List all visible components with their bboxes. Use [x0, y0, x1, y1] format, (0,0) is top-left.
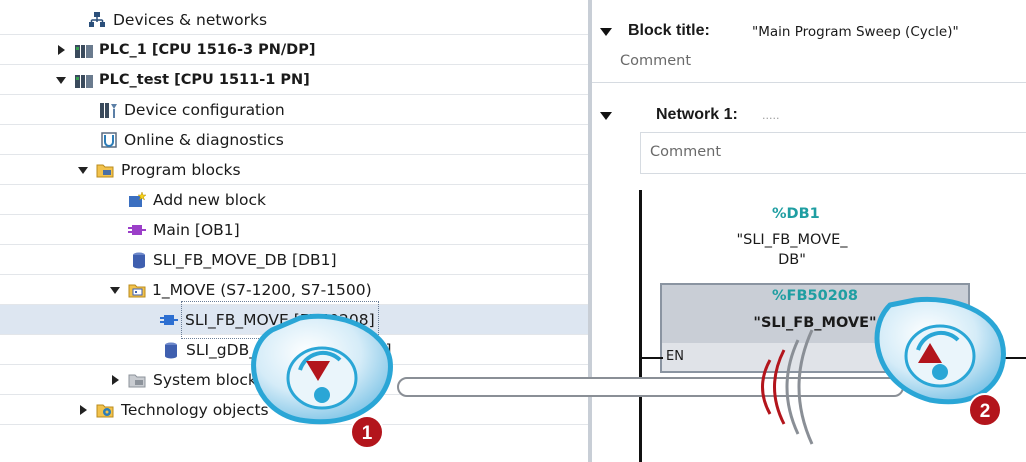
tree-item-label: PLC_test [CPU 1511-1 PN]: [99, 72, 310, 88]
tree-item-sli-fb-move[interactable]: SLI_FB_MOVE [FB50208]: [0, 301, 588, 339]
ob-block-icon: [128, 225, 146, 235]
tree-item-1-move[interactable]: 1_MOVE (S7-1200, S7-1500): [0, 275, 588, 305]
tree-item-program-blocks[interactable]: Program blocks: [0, 155, 588, 185]
fb-call-header: %FB50208 "SLI_FB_MOVE": [662, 285, 968, 343]
tree-item-label: Main [OB1]: [153, 221, 240, 239]
expand-arrow-icon[interactable]: [80, 405, 87, 415]
en-pin-label: EN: [666, 349, 684, 364]
tree-item-device-configuration[interactable]: Device configuration: [0, 95, 588, 125]
block-title-label: Block title:: [628, 22, 710, 39]
collapse-arrow-icon[interactable]: [600, 112, 612, 120]
tree-item-add-new-block[interactable]: Add new block: [0, 185, 588, 215]
plc-icon: [75, 45, 93, 58]
expand-arrow-icon[interactable]: [112, 375, 119, 385]
tree-item-label: SLI_gDB_MOVE [DB50208]: [186, 341, 392, 359]
divider: [592, 44, 1026, 45]
tree-item-system-blocks[interactable]: System blocks: [0, 365, 588, 395]
eno-connection: [970, 357, 1026, 359]
expand-arrow-icon[interactable]: [58, 45, 65, 55]
fb-name: "SLI_FB_MOVE": [753, 315, 877, 331]
collapse-arrow-icon[interactable]: [110, 287, 120, 294]
tree-item-main-ob1[interactable]: Main [OB1]: [0, 215, 588, 245]
fb-call-box[interactable]: %FB50208 "SLI_FB_MOVE": [660, 283, 970, 373]
tree-item-plc-test[interactable]: PLC_test [CPU 1511-1 PN]: [0, 65, 588, 95]
collapse-arrow-icon[interactable]: [78, 167, 88, 174]
folder-gray-icon: [128, 374, 146, 388]
instance-db-name-line: "SLI_FB_MOVE_: [736, 232, 848, 248]
tree-item-sli-fb-move-db[interactable]: SLI_FB_MOVE_DB [DB1]: [0, 245, 588, 275]
network-comment[interactable]: Comment: [650, 144, 721, 160]
tree-item-devices-networks[interactable]: Devices & networks: [0, 5, 588, 35]
tree-item-label: Devices & networks: [113, 11, 268, 29]
block-comment[interactable]: Comment: [620, 53, 691, 69]
network-title-label: Network 1:: [656, 106, 738, 123]
project-tree: Devices & networks PLC_1 [CPU 1516-3 PN/…: [0, 0, 588, 462]
plc-icon: [75, 75, 93, 88]
tree-item-label: SLI_FB_MOVE [FB50208]: [181, 301, 379, 339]
fb-block-icon: [160, 315, 178, 325]
tree-item-label: SLI_FB_MOVE_DB [DB1]: [153, 251, 337, 269]
technology-icon: [96, 404, 114, 418]
power-rail: [639, 190, 642, 462]
folder-icon: [96, 164, 114, 178]
tree-item-plc-1[interactable]: PLC_1 [CPU 1516-3 PN/DP]: [0, 35, 588, 65]
device-config-icon: [100, 103, 117, 118]
tree-item-label: Add new block: [153, 191, 267, 209]
tree-item-label: Device configuration: [124, 101, 285, 119]
en-connection: [639, 357, 663, 359]
tree-item-label: Technology objects: [121, 401, 269, 419]
online-diagnostics-icon: [101, 132, 117, 148]
fb-address: %FB50208: [772, 288, 858, 304]
tree-item-sli-gdb-move[interactable]: SLI_gDB_MOVE [DB50208]: [0, 335, 588, 365]
network-title-value[interactable]: .....: [762, 109, 779, 122]
add-block-icon: [129, 191, 146, 207]
devices-networks-icon: [89, 12, 105, 27]
tree-item-label: PLC_1 [CPU 1516-3 PN/DP]: [99, 42, 316, 58]
collapse-arrow-icon[interactable]: [600, 28, 612, 36]
program-editor: Block title: "Main Program Sweep (Cycle)…: [592, 0, 1026, 462]
instance-db-name[interactable]: "SLI_FB_MOVE_ DB": [722, 230, 862, 270]
library-folder-icon: [128, 284, 146, 298]
db-block-icon: [133, 252, 145, 269]
instance-db-address: %DB1: [772, 206, 820, 222]
block-title-value[interactable]: "Main Program Sweep (Cycle)": [752, 24, 959, 40]
tree-item-label: System blocks: [153, 371, 265, 389]
db-block-icon: [165, 342, 177, 359]
collapse-arrow-icon[interactable]: [56, 77, 66, 84]
tree-item-label: Program blocks: [121, 161, 241, 179]
tree-item-label: Online & diagnostics: [124, 131, 284, 149]
instance-db-name-line: DB": [778, 252, 806, 268]
tree-item-technology-objects[interactable]: Technology objects: [0, 395, 588, 425]
tree-item-label: 1_MOVE (S7-1200, S7-1500): [152, 281, 372, 299]
divider: [592, 82, 1026, 83]
tree-item-online-diagnostics[interactable]: Online & diagnostics: [0, 125, 588, 155]
